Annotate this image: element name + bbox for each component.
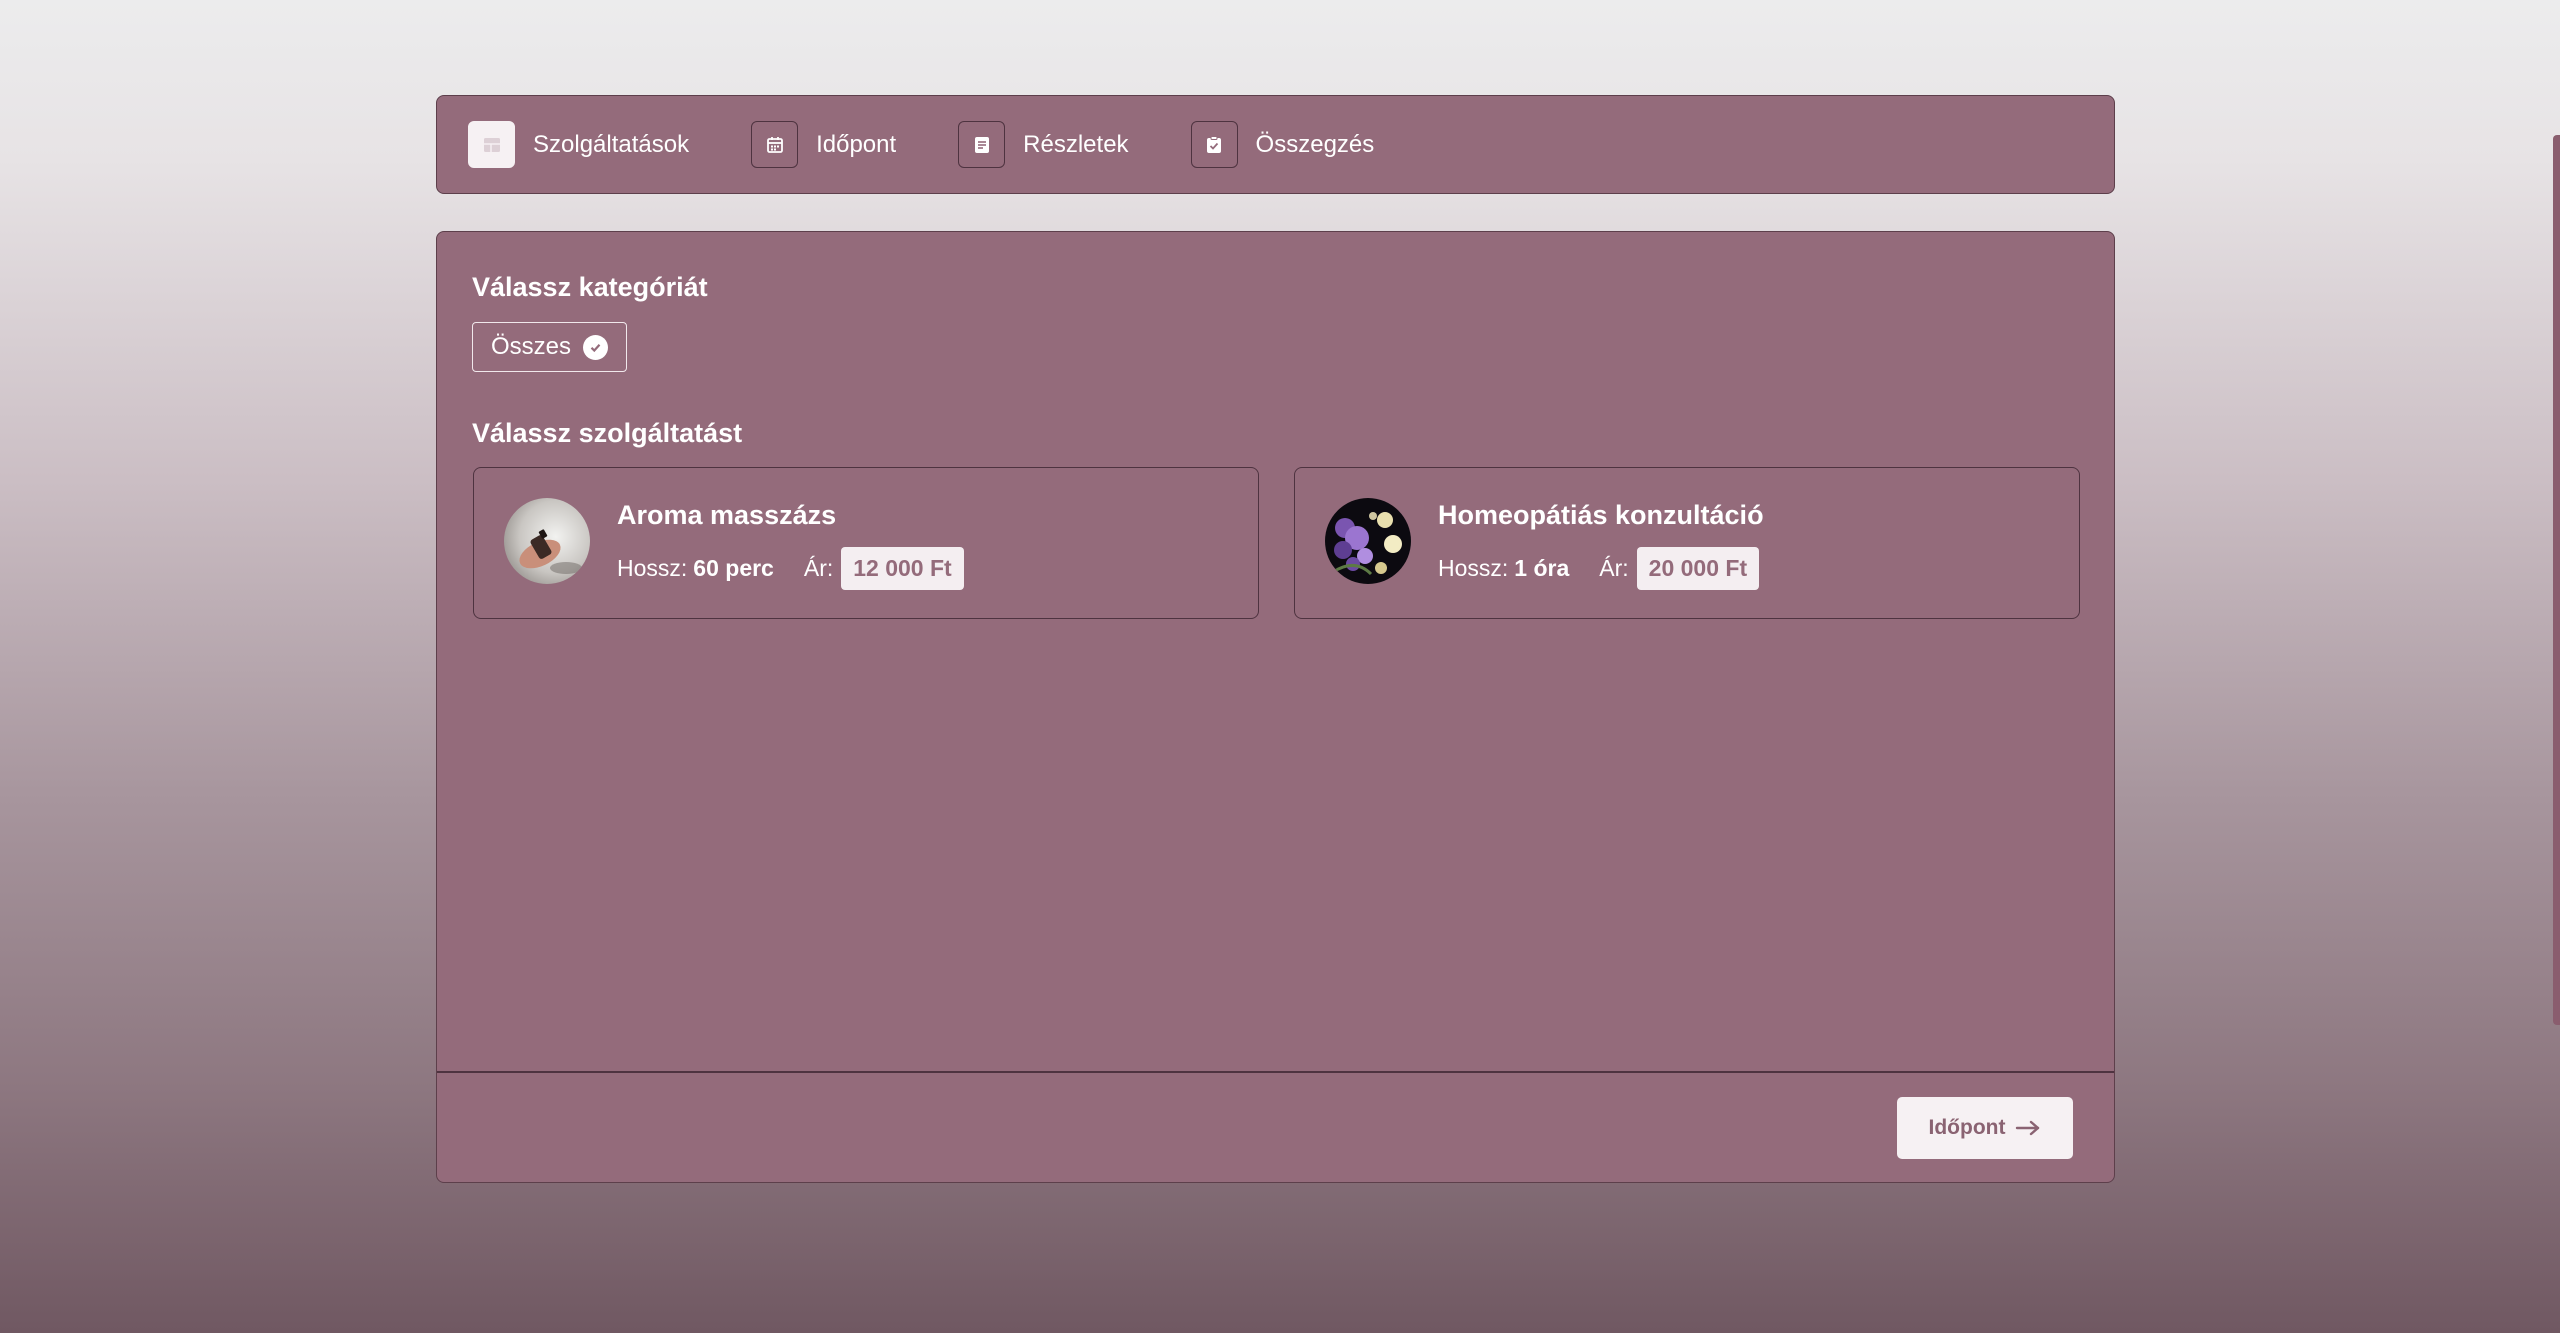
page-scrollbar[interactable]	[2553, 135, 2560, 1025]
service-card-homeopathy[interactable]: Homeopátiás konzultáció Hossz: 1 óra Ár:…	[1294, 467, 2080, 619]
step-date[interactable]: Időpont	[751, 121, 896, 168]
step-summary[interactable]: Összegzés	[1190, 121, 1375, 168]
next-step-button[interactable]: Időpont	[1897, 1097, 2073, 1159]
details-icon	[958, 121, 1006, 168]
chip-label: Összes	[491, 333, 572, 360]
booking-stepper: Szolgáltatások Időpont Részletek Összegz…	[436, 95, 2115, 194]
service-card-aroma[interactable]: Aroma masszázs Hossz: 60 perc Ár: 12 000…	[473, 467, 1259, 619]
category-chip-all[interactable]: Összes	[472, 322, 628, 372]
services-title: Válassz szolgáltatást	[472, 418, 743, 448]
step-label: Szolgáltatások	[533, 130, 690, 158]
service-meta: Hossz: 60 perc Ár: 12 000 Ft	[617, 546, 964, 590]
service-thumbnail	[504, 498, 590, 584]
next-button-label: Időpont	[1928, 1116, 2006, 1139]
step-services[interactable]: Szolgáltatások	[468, 121, 689, 168]
price-label: Ár:	[803, 554, 834, 581]
step-label: Összegzés	[1255, 130, 1375, 158]
check-circle-icon	[583, 334, 609, 360]
step-details[interactable]: Részletek	[958, 121, 1129, 168]
calendar-icon	[751, 121, 799, 168]
step-label: Részletek	[1023, 130, 1129, 158]
clipboard-check-icon	[1190, 121, 1238, 168]
duration-value: 1 óra	[1514, 554, 1570, 581]
price-badge: 12 000 Ft	[841, 546, 964, 590]
service-thumbnail	[1325, 498, 1411, 584]
arrow-right-icon	[2016, 1120, 2040, 1136]
booking-panel: Válassz kategóriát Összes Válassz szolgá…	[436, 231, 2115, 1183]
step-label: Időpont	[816, 130, 897, 158]
duration-label: Hossz:	[617, 554, 688, 581]
duration-label: Hossz:	[1438, 554, 1509, 581]
price-label: Ár:	[1599, 554, 1629, 581]
price-badge: 20 000 Ft	[1636, 546, 1760, 590]
service-meta: Hossz: 1 óra Ár: 20 000 Ft	[1438, 546, 1760, 590]
duration-value: 60 perc	[693, 554, 774, 581]
category-title: Válassz kategóriát	[472, 272, 708, 302]
service-name: Aroma masszázs	[617, 500, 837, 530]
footer-divider	[437, 1071, 2114, 1073]
service-name: Homeopátiás konzultáció	[1438, 500, 1764, 530]
services-icon	[468, 121, 515, 168]
